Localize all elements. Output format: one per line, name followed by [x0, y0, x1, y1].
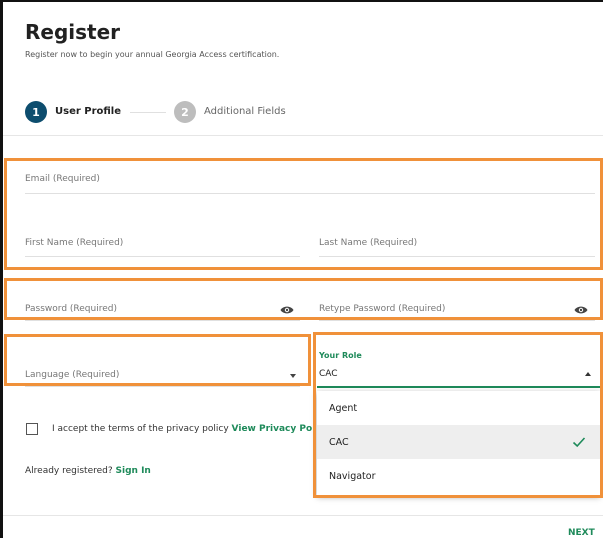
privacy-policy-link[interactable]: View Privacy Po [232, 424, 313, 434]
window-frame-left [0, 0, 3, 538]
terms-text: I accept the terms of the privacy policy… [52, 424, 312, 434]
step-1-badge[interactable]: 1 [25, 101, 47, 123]
sign-in-link[interactable]: Sign In [116, 466, 151, 476]
language-underline [25, 386, 300, 387]
terms-label: I accept the terms of the privacy policy [52, 424, 232, 434]
page-title: Register [25, 20, 121, 44]
password-underline [25, 320, 300, 321]
step-2-label[interactable]: Additional Fields [204, 106, 286, 117]
signin-prompt-text: Already registered? [25, 466, 116, 476]
next-button[interactable]: NEXT [568, 528, 595, 538]
retype-password-underline [319, 320, 595, 321]
window-frame-top [0, 0, 603, 2]
terms-checkbox[interactable] [26, 423, 38, 435]
highlight-box-role [313, 332, 603, 498]
highlight-box-language [4, 334, 311, 386]
highlight-box-name-email [4, 158, 603, 270]
highlight-box-password [4, 278, 603, 320]
header-divider [3, 135, 603, 136]
page-subtitle: Register now to begin your annual Georgi… [25, 50, 280, 59]
footer-divider [3, 515, 603, 516]
step-2-badge[interactable]: 2 [174, 101, 196, 123]
signin-prompt: Already registered? Sign In [25, 466, 151, 476]
stepper-connector [130, 112, 166, 113]
step-1-label[interactable]: User Profile [55, 106, 121, 117]
